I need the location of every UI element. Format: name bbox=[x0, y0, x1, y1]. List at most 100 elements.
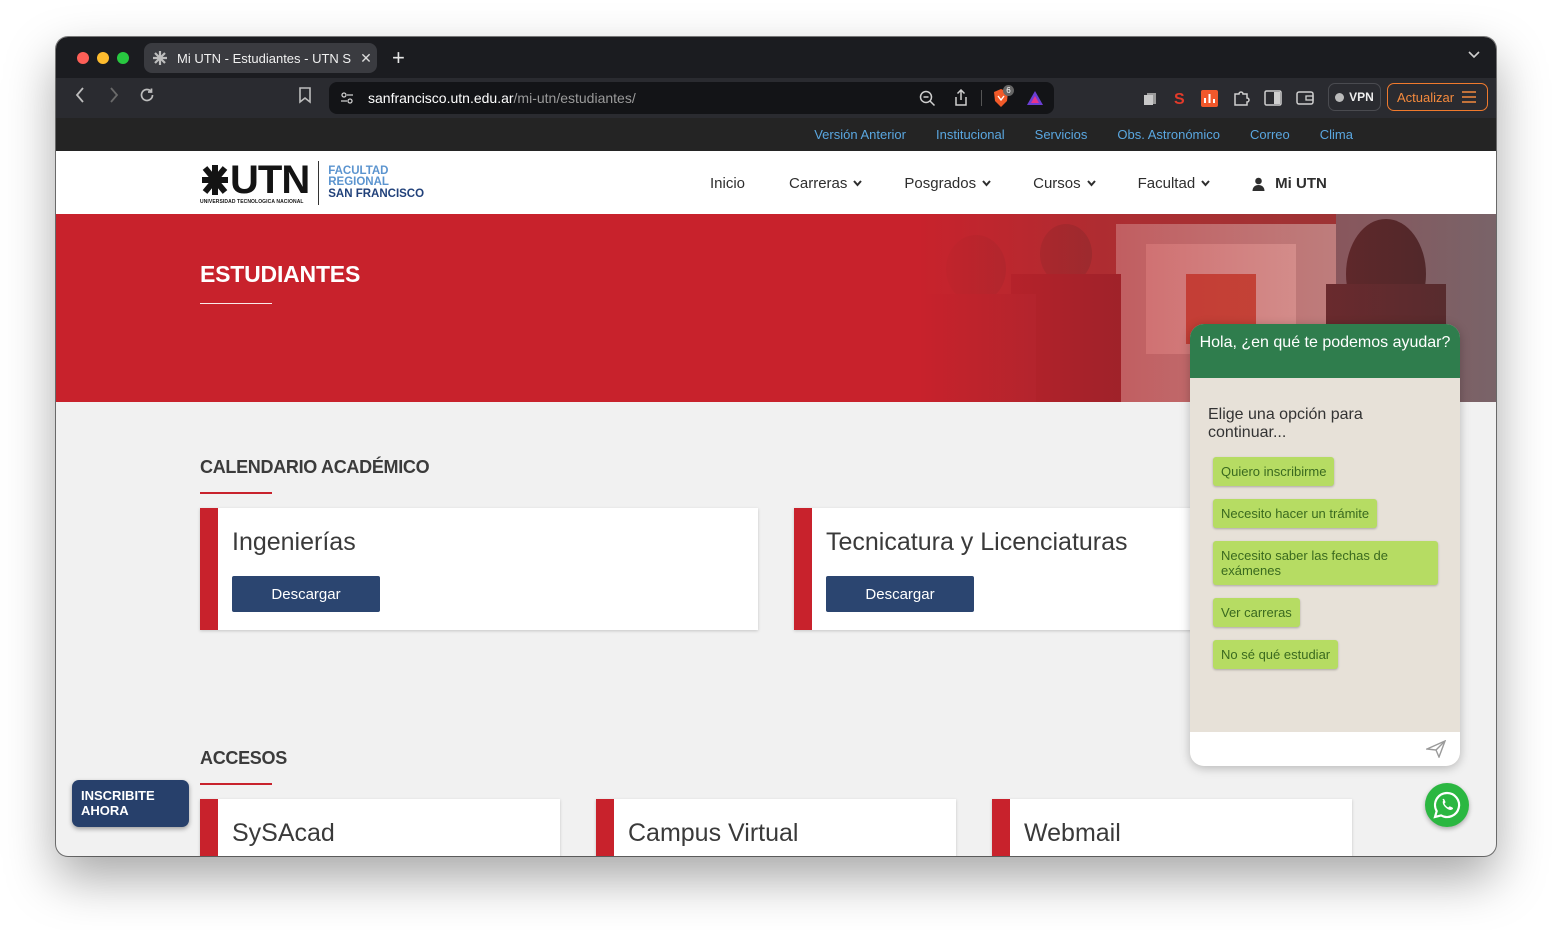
chat-prompt: Elige una opción para continuar... bbox=[1208, 406, 1363, 441]
nav-posgrados[interactable]: Posgrados bbox=[904, 175, 991, 192]
bookmark-icon[interactable] bbox=[298, 86, 312, 109]
card-title: Webmail bbox=[1024, 819, 1121, 847]
wallet-icon[interactable] bbox=[1296, 90, 1314, 106]
url-path: /mi-utn/estudiantes/ bbox=[513, 90, 636, 106]
nav-cursos[interactable]: Cursos bbox=[1033, 175, 1096, 192]
close-window-button[interactable] bbox=[77, 52, 89, 64]
accesos-underline bbox=[200, 783, 272, 785]
chat-body: Elige una opción para continuar... Quier… bbox=[1190, 378, 1460, 732]
top-link-version-anterior[interactable]: Versión Anterior bbox=[814, 127, 906, 142]
nav-inicio[interactable]: Inicio bbox=[710, 175, 745, 192]
card-accent-bar bbox=[200, 508, 218, 630]
update-button[interactable]: Actualizar bbox=[1387, 83, 1488, 111]
tab-close-icon[interactable]: ✕ bbox=[355, 50, 377, 67]
download-button-tecnicatura[interactable]: Descargar bbox=[826, 576, 974, 612]
top-link-servicios[interactable]: Servicios bbox=[1035, 127, 1088, 142]
browser-toolbar: sanfrancisco.utn.edu.ar/mi-utn/estudiant… bbox=[56, 78, 1496, 118]
card-title: Tecnicatura y Licenciaturas bbox=[826, 528, 1128, 556]
card-accent-bar bbox=[992, 799, 1010, 856]
tab-bar: Mi UTN - Estudiantes - UTN S ✕ + bbox=[56, 37, 1496, 78]
chevron-down-icon bbox=[982, 180, 991, 187]
page-title: ESTUDIANTES bbox=[200, 261, 361, 287]
calendario-title: CALENDARIO ACADÉMICO bbox=[200, 457, 430, 477]
zoom-out-icon[interactable] bbox=[919, 90, 936, 107]
url-domain: sanfrancisco.utn.edu.ar bbox=[368, 90, 514, 106]
back-button[interactable] bbox=[74, 86, 86, 109]
extension-s-icon[interactable]: S bbox=[1172, 89, 1190, 107]
extension-icons: S bbox=[1142, 87, 1314, 109]
calendar-card-tecnicatura: Tecnicatura y Licenciaturas Descargar bbox=[794, 508, 1194, 630]
nav-mi-utn[interactable]: Mi UTN bbox=[1252, 175, 1327, 192]
address-bar[interactable]: sanfrancisco.utn.edu.ar/mi-utn/estudiant… bbox=[329, 82, 1054, 114]
chat-option-ver-carreras[interactable]: Ver carreras bbox=[1213, 598, 1300, 627]
card-title: SySAcad bbox=[232, 819, 335, 847]
url-text: sanfrancisco.utn.edu.ar/mi-utn/estudiant… bbox=[368, 90, 636, 106]
new-tab-button[interactable]: + bbox=[392, 45, 405, 71]
calendario-underline bbox=[200, 492, 272, 494]
chat-widget: Hola, ¿en qué te podemos ayudar? Elige u… bbox=[1190, 324, 1460, 766]
extension-chart-icon[interactable] bbox=[1201, 89, 1218, 107]
extensions-puzzle-icon[interactable] bbox=[1232, 89, 1250, 107]
top-link-correo[interactable]: Correo bbox=[1250, 127, 1290, 142]
update-label: Actualizar bbox=[1397, 89, 1455, 105]
card-title: Campus Virtual bbox=[628, 819, 799, 847]
site-settings-icon[interactable] bbox=[340, 91, 354, 105]
tab-active[interactable]: Mi UTN - Estudiantes - UTN S ✕ bbox=[144, 43, 377, 73]
chat-header: Hola, ¿en qué te podemos ayudar? bbox=[1190, 324, 1460, 378]
top-link-clima[interactable]: Clima bbox=[1320, 127, 1353, 142]
card-title: Ingenierías bbox=[232, 528, 356, 556]
utn-logo[interactable]: UTN UNIVERSIDAD TECNOLOGICA NACIONAL FAC… bbox=[200, 157, 425, 205]
menu-hamburger-icon bbox=[1462, 91, 1477, 103]
tab-list-chevron-icon[interactable] bbox=[1468, 47, 1480, 62]
toolbar-divider bbox=[981, 90, 982, 106]
card-accent-bar bbox=[200, 799, 218, 856]
nav-inicio-label: Inicio bbox=[710, 175, 746, 192]
top-link-institucional[interactable]: Institucional bbox=[936, 127, 1005, 142]
logo-block: UTN UNIVERSIDAD TECNOLOGICA NACIONAL bbox=[200, 157, 310, 205]
nav-posgrados-label: Posgrados bbox=[904, 175, 977, 192]
top-links: Versión Anterior Institucional Servicios… bbox=[814, 127, 1353, 142]
access-card-campus-virtual[interactable]: Campus Virtual bbox=[596, 799, 956, 856]
access-card-webmail[interactable]: Webmail bbox=[992, 799, 1352, 856]
chevron-down-icon bbox=[1201, 180, 1210, 187]
chevron-down-icon bbox=[1086, 180, 1096, 187]
minimize-window-button[interactable] bbox=[97, 52, 109, 64]
nav-cursos-label: Cursos bbox=[1033, 175, 1081, 192]
top-link-obs-astronomico[interactable]: Obs. Astronómico bbox=[1117, 127, 1220, 142]
extension-copy-icon[interactable] bbox=[1142, 90, 1158, 106]
card-accent-bar bbox=[596, 799, 614, 856]
nav-facultad-label: Facultad bbox=[1137, 175, 1196, 192]
nav-carreras[interactable]: Carreras bbox=[789, 175, 863, 192]
share-icon[interactable] bbox=[953, 89, 969, 107]
chat-input-bar[interactable] bbox=[1190, 732, 1460, 766]
brave-shields-icon[interactable]: 6 bbox=[992, 85, 1014, 110]
card-accent-bar bbox=[794, 508, 812, 630]
logo-subtitle: UNIVERSIDAD TECNOLOGICA NACIONAL bbox=[200, 198, 304, 205]
nav-facultad[interactable]: Facultad bbox=[1138, 175, 1211, 192]
nav-carreras-label: Carreras bbox=[789, 175, 848, 192]
send-icon[interactable] bbox=[1426, 740, 1446, 758]
whatsapp-button[interactable] bbox=[1425, 783, 1469, 827]
logo-divider bbox=[318, 161, 320, 205]
vpn-label: VPN bbox=[1349, 90, 1374, 104]
chat-option-fechas-examenes[interactable]: Necesito saber las fechas de exámenes bbox=[1213, 541, 1438, 585]
zoom-window-button[interactable] bbox=[117, 52, 129, 64]
tab-title: Mi UTN - Estudiantes - UTN S bbox=[177, 50, 352, 66]
svg-text:S: S bbox=[1174, 91, 1185, 107]
download-button-ingenierias[interactable]: Descargar bbox=[232, 576, 380, 612]
forward-button[interactable] bbox=[108, 86, 120, 109]
hero-underline bbox=[200, 303, 272, 304]
inscribite-button[interactable]: INSCRIBITE AHORA bbox=[72, 780, 189, 827]
chat-option-inscribirme[interactable]: Quiero inscribirme bbox=[1213, 457, 1335, 486]
facultad-line3: SAN FRANCISCO bbox=[328, 187, 425, 200]
reload-button[interactable] bbox=[138, 86, 156, 109]
chat-option-tramite[interactable]: Necesito hacer un trámite bbox=[1213, 499, 1378, 528]
nav-mi-utn-label: Mi UTN bbox=[1275, 175, 1327, 192]
whatsapp-icon bbox=[1433, 791, 1461, 819]
logo-text: UTN bbox=[230, 157, 310, 202]
brave-rewards-icon[interactable] bbox=[1026, 90, 1044, 106]
access-card-sysacad[interactable]: SySAcad bbox=[200, 799, 560, 856]
sidebar-toggle-icon[interactable] bbox=[1264, 90, 1282, 106]
vpn-button[interactable]: VPN bbox=[1328, 83, 1381, 111]
chat-option-no-se-que-estudiar[interactable]: No sé qué estudiar bbox=[1213, 640, 1339, 669]
